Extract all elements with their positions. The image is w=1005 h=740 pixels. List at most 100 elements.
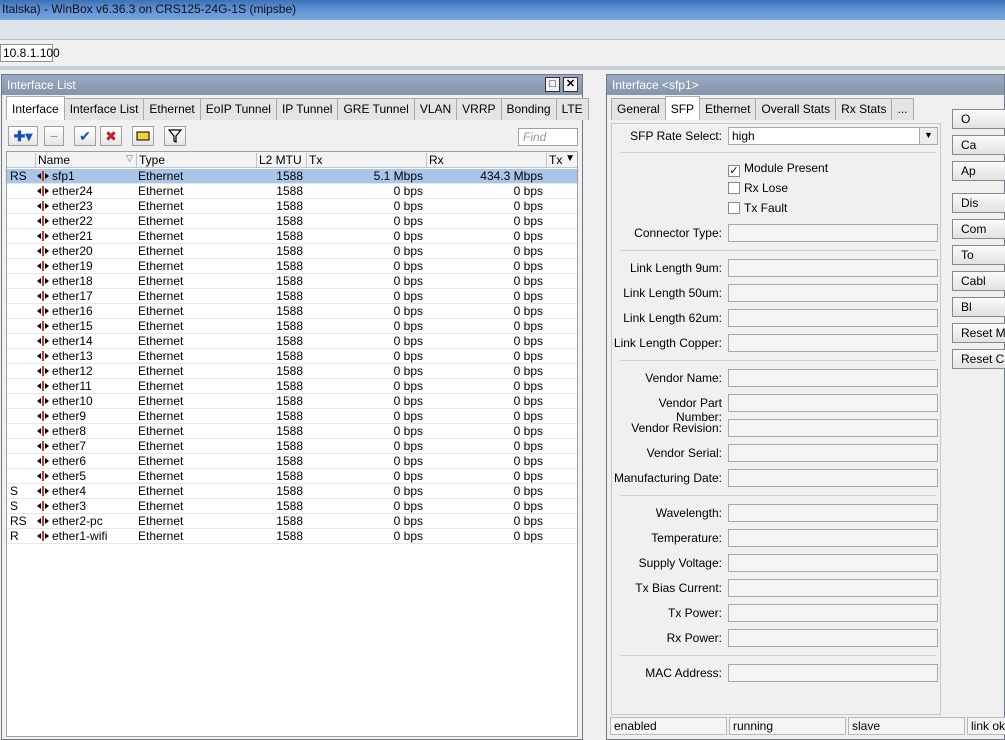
- table-row[interactable]: ether11 Ethernet 1588 0 bps 0 bps: [7, 379, 577, 394]
- tab-interface-list[interactable]: Interface List: [63, 98, 145, 120]
- module-present-checkbox[interactable]: ✓ Module Present: [728, 161, 828, 177]
- mac-address-label: MAC Address:: [645, 666, 722, 680]
- cancel-button[interactable]: Ca: [952, 135, 1005, 155]
- close-button[interactable]: ✕: [563, 77, 578, 92]
- table-row[interactable]: ether15 Ethernet 1588 0 bps 0 bps: [7, 319, 577, 334]
- link-62um-label: Link Length 62um:: [623, 311, 722, 325]
- row-flags: [10, 469, 36, 484]
- table-row[interactable]: ether12 Ethernet 1588 0 bps 0 bps: [7, 364, 577, 379]
- row-flags: [10, 184, 36, 199]
- tx-fault-checkbox[interactable]: Tx Fault: [728, 201, 787, 215]
- col-type[interactable]: Type: [137, 153, 257, 168]
- interface-icon: [37, 411, 51, 421]
- reset-mac-button[interactable]: Reset MA: [952, 323, 1005, 343]
- rx-power-label: Rx Power:: [666, 631, 722, 645]
- table-row[interactable]: ether14 Ethernet 1588 0 bps 0 bps: [7, 334, 577, 349]
- table-row[interactable]: ether9 Ethernet 1588 0 bps 0 bps: [7, 409, 577, 424]
- row-l2mtu: 1588: [276, 514, 303, 528]
- address-field[interactable]: 10.8.1.100: [0, 44, 60, 62]
- tab-gre-tunnel[interactable]: GRE Tunnel: [337, 98, 415, 120]
- col-tx[interactable]: Tx: [307, 153, 427, 168]
- tab-sfp[interactable]: SFP: [664, 96, 701, 120]
- col-tx-extra[interactable]: Tx ▼: [547, 153, 577, 168]
- row-tx: 0 bps: [393, 514, 423, 528]
- row-rx: 0 bps: [513, 394, 543, 408]
- table-row[interactable]: ether5 Ethernet 1588 0 bps 0 bps: [7, 469, 577, 484]
- tab-ethernet[interactable]: Ethernet: [143, 98, 201, 120]
- enable-button[interactable]: ✔: [74, 126, 96, 146]
- filter-button[interactable]: [164, 126, 186, 146]
- table-row[interactable]: RS sfp1 Ethernet 1588 5.1 Mbps 434.3 Mbps: [7, 169, 577, 184]
- table-row[interactable]: Sether4 Ethernet 1588 0 bps 0 bps: [7, 484, 577, 499]
- interface-detail-window: Interface <sfp1> General SFP Ethernet Ov…: [606, 74, 1005, 740]
- table-row[interactable]: Sether3 Ethernet 1588 0 bps 0 bps: [7, 499, 577, 514]
- tab-ip-tunnel[interactable]: IP Tunnel: [275, 98, 339, 120]
- interface-detail-titlebar[interactable]: Interface <sfp1>: [607, 75, 1004, 95]
- row-l2mtu: 1588: [276, 274, 303, 288]
- interface-list-titlebar[interactable]: Interface List □ ✕: [2, 75, 582, 95]
- supply-voltage-label: Supply Voltage:: [638, 556, 722, 570]
- row-type: Ethernet: [138, 364, 184, 378]
- apply-button[interactable]: Ap: [952, 161, 1005, 181]
- table-row[interactable]: ether23 Ethernet 1588 0 bps 0 bps: [7, 199, 577, 214]
- tab-eoip-tunnel[interactable]: EoIP Tunnel: [199, 98, 277, 120]
- sfp-rate-select[interactable]: high ▼: [728, 127, 938, 145]
- row-type: Ethernet: [138, 439, 184, 453]
- maximize-button[interactable]: □: [545, 77, 560, 92]
- dropdown-icon[interactable]: ▼: [919, 128, 937, 144]
- row-name-cell: ether21: [37, 229, 137, 244]
- comment-button[interactable]: [132, 126, 154, 146]
- tab-general[interactable]: General: [611, 98, 666, 120]
- reset-counters-button[interactable]: Reset C: [952, 349, 1005, 369]
- row-l2mtu: 1588: [276, 394, 303, 408]
- table-row[interactable]: RS ether2-pc Ethernet 1588 0 bps 0 bps: [7, 514, 577, 529]
- row-name: ether7: [52, 439, 87, 453]
- tab-more[interactable]: ...: [891, 98, 914, 120]
- col-name[interactable]: Name ▽: [36, 153, 137, 168]
- col-flags[interactable]: [7, 153, 36, 168]
- row-name: ether20: [52, 244, 93, 258]
- remove-button[interactable]: −: [44, 126, 64, 146]
- table-row[interactable]: ether10 Ethernet 1588 0 bps 0 bps: [7, 394, 577, 409]
- column-menu-icon[interactable]: ▼: [565, 153, 575, 164]
- tab-interface[interactable]: Interface: [6, 96, 65, 120]
- tab-rx-stats[interactable]: Rx Stats: [835, 98, 893, 120]
- table-row[interactable]: Rether1-wifi Ethernet 1588 0 bps 0 bps: [7, 529, 577, 544]
- tab-overall-stats[interactable]: Overall Stats: [755, 98, 837, 120]
- rx-lose-checkbox[interactable]: Rx Lose: [728, 181, 788, 195]
- table-row[interactable]: ether6 Ethernet 1588 0 bps 0 bps: [7, 454, 577, 469]
- cable-test-button[interactable]: Cabl: [952, 271, 1005, 291]
- tab-vrrp[interactable]: VRRP: [456, 98, 502, 120]
- row-type: Ethernet: [138, 334, 184, 348]
- table-row[interactable]: ether13 Ethernet 1588 0 bps 0 bps: [7, 349, 577, 364]
- table-row[interactable]: ether16 Ethernet 1588 0 bps 0 bps: [7, 304, 577, 319]
- tab-detail-ethernet[interactable]: Ethernet: [699, 98, 757, 120]
- divider: [620, 495, 936, 496]
- table-row[interactable]: ether8 Ethernet 1588 0 bps 0 bps: [7, 424, 577, 439]
- table-row[interactable]: ether21 Ethernet 1588 0 bps 0 bps: [7, 229, 577, 244]
- col-l2mtu[interactable]: L2 MTU: [257, 153, 307, 168]
- disable-button[interactable]: ✖: [100, 126, 122, 146]
- sfp-rate-label: SFP Rate Select:: [630, 129, 722, 143]
- table-row[interactable]: ether18 Ethernet 1588 0 bps 0 bps: [7, 274, 577, 289]
- row-l2mtu: 1588: [276, 439, 303, 453]
- comment-interface-button[interactable]: Com: [952, 219, 1005, 239]
- table-row[interactable]: ether24 Ethernet 1588 0 bps 0 bps: [7, 184, 577, 199]
- table-row[interactable]: ether17 Ethernet 1588 0 bps 0 bps: [7, 289, 577, 304]
- add-button[interactable]: ✚▾: [8, 126, 38, 146]
- tab-lte[interactable]: LTE: [555, 98, 589, 120]
- table-row[interactable]: ether20 Ethernet 1588 0 bps 0 bps: [7, 244, 577, 259]
- tab-vlan[interactable]: VLAN: [413, 98, 458, 120]
- torch-button[interactable]: To: [952, 245, 1005, 265]
- table-row[interactable]: ether19 Ethernet 1588 0 bps 0 bps: [7, 259, 577, 274]
- table-row[interactable]: ether7 Ethernet 1588 0 bps 0 bps: [7, 439, 577, 454]
- col-rx[interactable]: Rx: [427, 153, 547, 168]
- tab-bonding[interactable]: Bonding: [500, 98, 557, 120]
- table-row[interactable]: ether22 Ethernet 1588 0 bps 0 bps: [7, 214, 577, 229]
- interface-icon: [37, 276, 51, 286]
- disable-interface-button[interactable]: Dis: [952, 193, 1005, 213]
- row-type: Ethernet: [138, 244, 184, 258]
- ok-button[interactable]: O: [952, 109, 1005, 129]
- find-input[interactable]: Find: [518, 128, 578, 146]
- blink-button[interactable]: Bl: [952, 297, 1005, 317]
